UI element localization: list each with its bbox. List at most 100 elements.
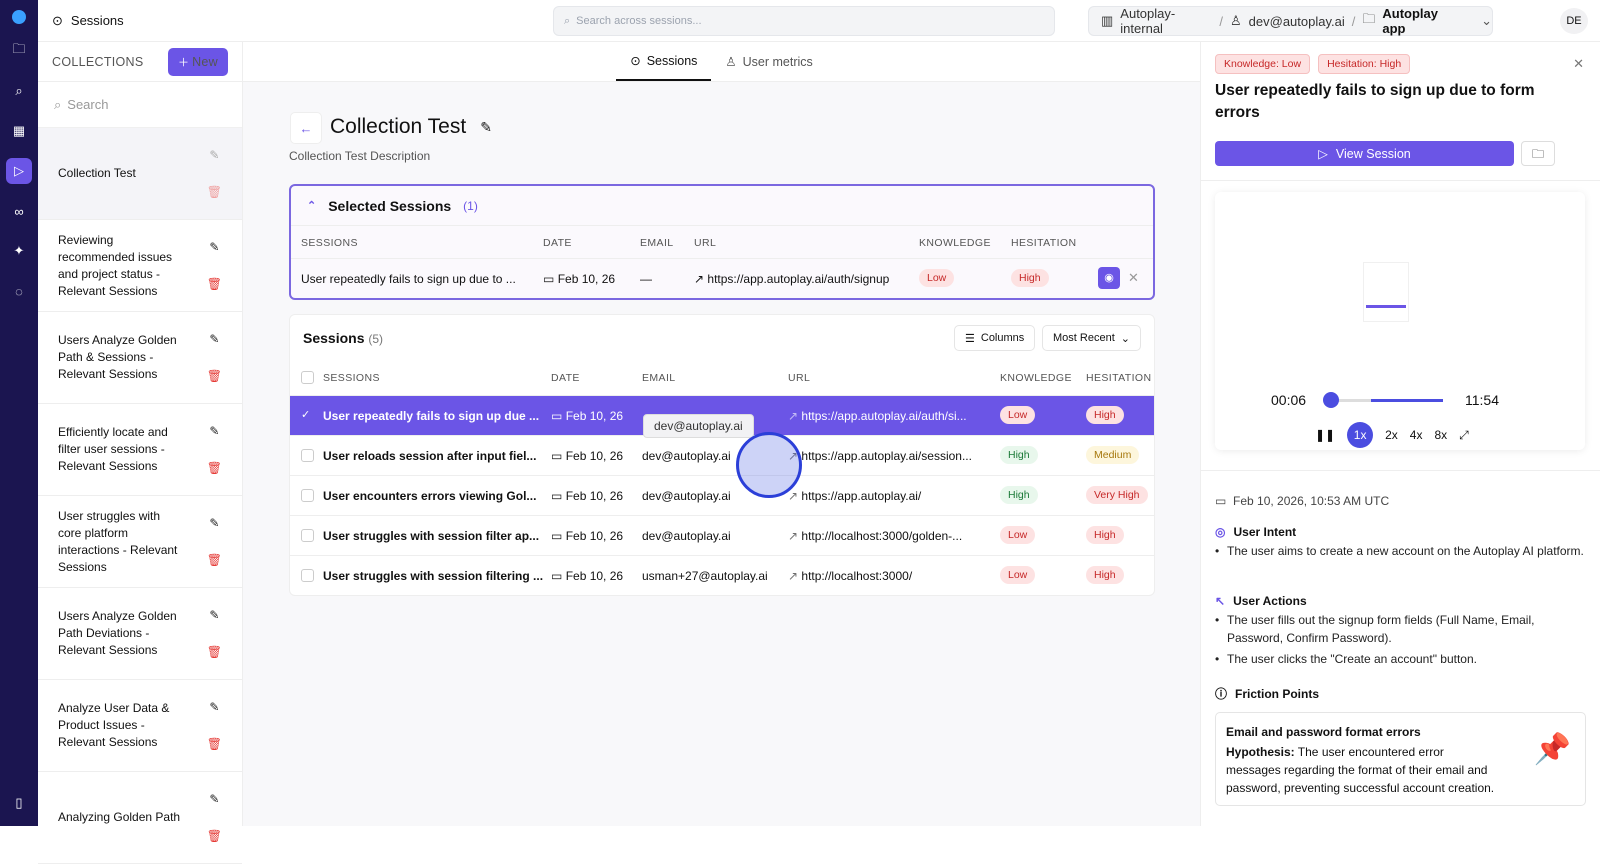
session-url[interactable]: https://app.autoplay.ai/auth/si... xyxy=(801,409,966,423)
collection-name: Users Analyze Golden Path Deviations - R… xyxy=(58,609,177,657)
external-link-icon: ↗ xyxy=(788,489,799,503)
app-name[interactable]: Autoplay app xyxy=(1382,6,1460,36)
pause-icon[interactable]: ❚❚ xyxy=(1315,428,1335,442)
table-row[interactable]: User encounters errors viewing Gol... ▭ … xyxy=(290,475,1154,515)
sort-dropdown[interactable]: Most Recent ⌄ xyxy=(1042,325,1141,351)
select-all-checkbox[interactable] xyxy=(301,371,314,384)
collection-item[interactable]: Users Analyze Golden Path & Sessions - R… xyxy=(38,312,242,404)
trash-icon[interactable]: 🗑 xyxy=(207,368,222,385)
flows-icon[interactable]: ∞ xyxy=(6,198,32,224)
row-checkbox[interactable] xyxy=(301,489,314,502)
row-checkbox[interactable] xyxy=(301,449,314,462)
org-name[interactable]: Autoplay-internal xyxy=(1120,6,1212,36)
session-email: usman+27@autoplay.ai xyxy=(642,569,768,583)
sidebar-toggle-icon[interactable]: ▯ xyxy=(6,790,32,816)
table-row[interactable]: User struggles with session filter ap...… xyxy=(290,515,1154,555)
row-checkbox[interactable] xyxy=(301,569,314,582)
collection-item[interactable]: Reviewing recommended issues and project… xyxy=(38,220,242,312)
chat-icon[interactable]: ◌ xyxy=(6,278,32,304)
avatar[interactable]: DE xyxy=(1560,8,1588,34)
view-session-button[interactable]: ▷ View Session xyxy=(1215,141,1514,166)
chevron-down-icon[interactable]: ⌄ xyxy=(1481,13,1492,29)
edit-icon[interactable]: ✎ xyxy=(209,699,219,716)
trash-icon[interactable]: 🗑 xyxy=(207,736,222,753)
target-icon: ◎ xyxy=(1215,525,1226,539)
edit-icon[interactable]: ✎ xyxy=(209,791,219,808)
collection-item[interactable]: Analyzing Golden Path ✎ 🗑 xyxy=(38,772,242,864)
workspace-breadcrumb[interactable]: ▥ Autoplay-internal / ♙ dev@autoplay.ai / 🗀 A… xyxy=(1088,6,1493,36)
session-url[interactable]: http://localhost:3000/golden-... xyxy=(801,529,962,543)
folder-icon[interactable]: 🗀 xyxy=(6,38,32,64)
knowledge-badge: Low xyxy=(1000,526,1036,544)
speed-2x[interactable]: 2x xyxy=(1385,428,1398,442)
tab-user-metrics[interactable]: ♙ User metrics xyxy=(711,42,826,81)
intent-heading: User Intent xyxy=(1233,525,1297,539)
page-description: Collection Test Description xyxy=(289,149,431,163)
edit-icon[interactable]: ✎ xyxy=(209,607,219,624)
search-placeholder: Search xyxy=(67,97,109,112)
session-url[interactable]: https://app.autoplay.ai/session... xyxy=(801,449,972,463)
session-url[interactable]: http://localhost:3000/ xyxy=(801,569,912,583)
search-icon[interactable]: ⌕ xyxy=(6,78,32,104)
session-email: — xyxy=(640,272,652,286)
collections-search-input[interactable]: ⌕ Search xyxy=(38,82,242,128)
edit-title-icon[interactable]: ✎ xyxy=(480,119,492,136)
edit-icon[interactable]: ✎ xyxy=(209,147,219,164)
knowledge-badge: Knowledge: Low xyxy=(1215,54,1311,74)
calendar-icon: ▭ xyxy=(551,449,563,463)
session-date: Feb 10, 26 xyxy=(565,489,624,503)
hesitation-badge: High xyxy=(1086,566,1124,584)
trash-icon[interactable]: 🗑 xyxy=(207,184,222,201)
col-sessions: SESSIONS xyxy=(323,372,380,384)
columns-button[interactable]: ☰ Columns xyxy=(954,325,1036,351)
collection-name: Reviewing recommended issues and project… xyxy=(58,232,173,298)
edit-icon[interactable]: ✎ xyxy=(209,423,219,440)
remove-icon[interactable]: ✕ xyxy=(1128,270,1139,286)
close-icon[interactable]: ✕ xyxy=(1573,56,1584,72)
user-icon: ♙ xyxy=(725,55,737,69)
collection-item[interactable]: Users Analyze Golden Path Deviations - R… xyxy=(38,588,242,680)
fullscreen-icon[interactable]: ⤢ xyxy=(1459,428,1469,443)
progress-thumb[interactable] xyxy=(1323,392,1340,408)
view-eye-icon[interactable]: ◉ xyxy=(1098,267,1120,289)
chevron-up-icon[interactable]: ⌃ xyxy=(307,199,316,212)
external-link-icon: ↗ xyxy=(788,529,799,543)
speed-4x[interactable]: 4x xyxy=(1410,428,1423,442)
table-row[interactable]: User reloads session after input fiel...… xyxy=(290,435,1154,475)
check-icon[interactable]: ✓ xyxy=(301,408,310,421)
trash-icon[interactable]: 🗑 xyxy=(207,828,222,845)
collection-item[interactable]: Collection Test ✎ 🗑 xyxy=(38,128,242,220)
speed-8x[interactable]: 8x xyxy=(1434,428,1447,442)
collection-item[interactable]: Analyze User Data & Product Issues - Rel… xyxy=(38,680,242,772)
progress-track[interactable] xyxy=(1323,392,1443,408)
selected-row[interactable]: User repeatedly fails to sign up due to … xyxy=(291,258,1153,298)
collection-item[interactable]: Efficiently locate and filter user sessi… xyxy=(38,404,242,496)
session-date: Feb 10, 26 xyxy=(565,529,624,543)
edit-icon[interactable]: ✎ xyxy=(209,239,219,256)
session-url[interactable]: https://app.autoplay.ai/auth/signup xyxy=(707,272,889,286)
session-player[interactable]: 00:06 11:54 ❚❚ 1x 2x 4x 8x ⤢ xyxy=(1215,192,1585,450)
sessions-icon[interactable]: ▷ xyxy=(6,158,32,184)
new-collection-button[interactable]: ＋ New xyxy=(168,47,228,76)
session-detail-panel: Knowledge: Low Hesitation: High ✕ User r… xyxy=(1200,42,1600,826)
trash-icon[interactable]: 🗑 xyxy=(207,276,222,293)
session-name: User repeatedly fails to sign up due ... xyxy=(323,409,540,423)
back-button[interactable]: ← xyxy=(290,112,322,144)
edit-icon[interactable]: ✎ xyxy=(209,515,219,532)
trash-icon[interactable]: 🗑 xyxy=(207,552,222,569)
row-checkbox[interactable] xyxy=(301,529,314,542)
user-email[interactable]: dev@autoplay.ai xyxy=(1249,14,1345,29)
trash-icon[interactable]: 🗑 xyxy=(207,460,222,477)
speed-1x[interactable]: 1x xyxy=(1347,422,1374,448)
edit-icon[interactable]: ✎ xyxy=(209,331,219,348)
session-url[interactable]: https://app.autoplay.ai/ xyxy=(801,489,921,503)
tab-sessions[interactable]: ⊙ Sessions xyxy=(616,42,712,81)
collection-item[interactable]: User struggles with core platform intera… xyxy=(38,496,242,588)
global-search-input[interactable]: ⌕ Search across sessions... xyxy=(553,6,1055,36)
session-name: User struggles with session filtering ..… xyxy=(323,569,544,583)
table-row[interactable]: User struggles with session filtering ..… xyxy=(290,555,1154,595)
trash-icon[interactable]: 🗑 xyxy=(207,644,222,661)
dashboard-icon[interactable]: ▦ xyxy=(6,118,32,144)
add-to-folder-button[interactable]: 🗀 xyxy=(1521,141,1555,166)
sparkle-icon[interactable]: ✦ xyxy=(6,238,32,264)
